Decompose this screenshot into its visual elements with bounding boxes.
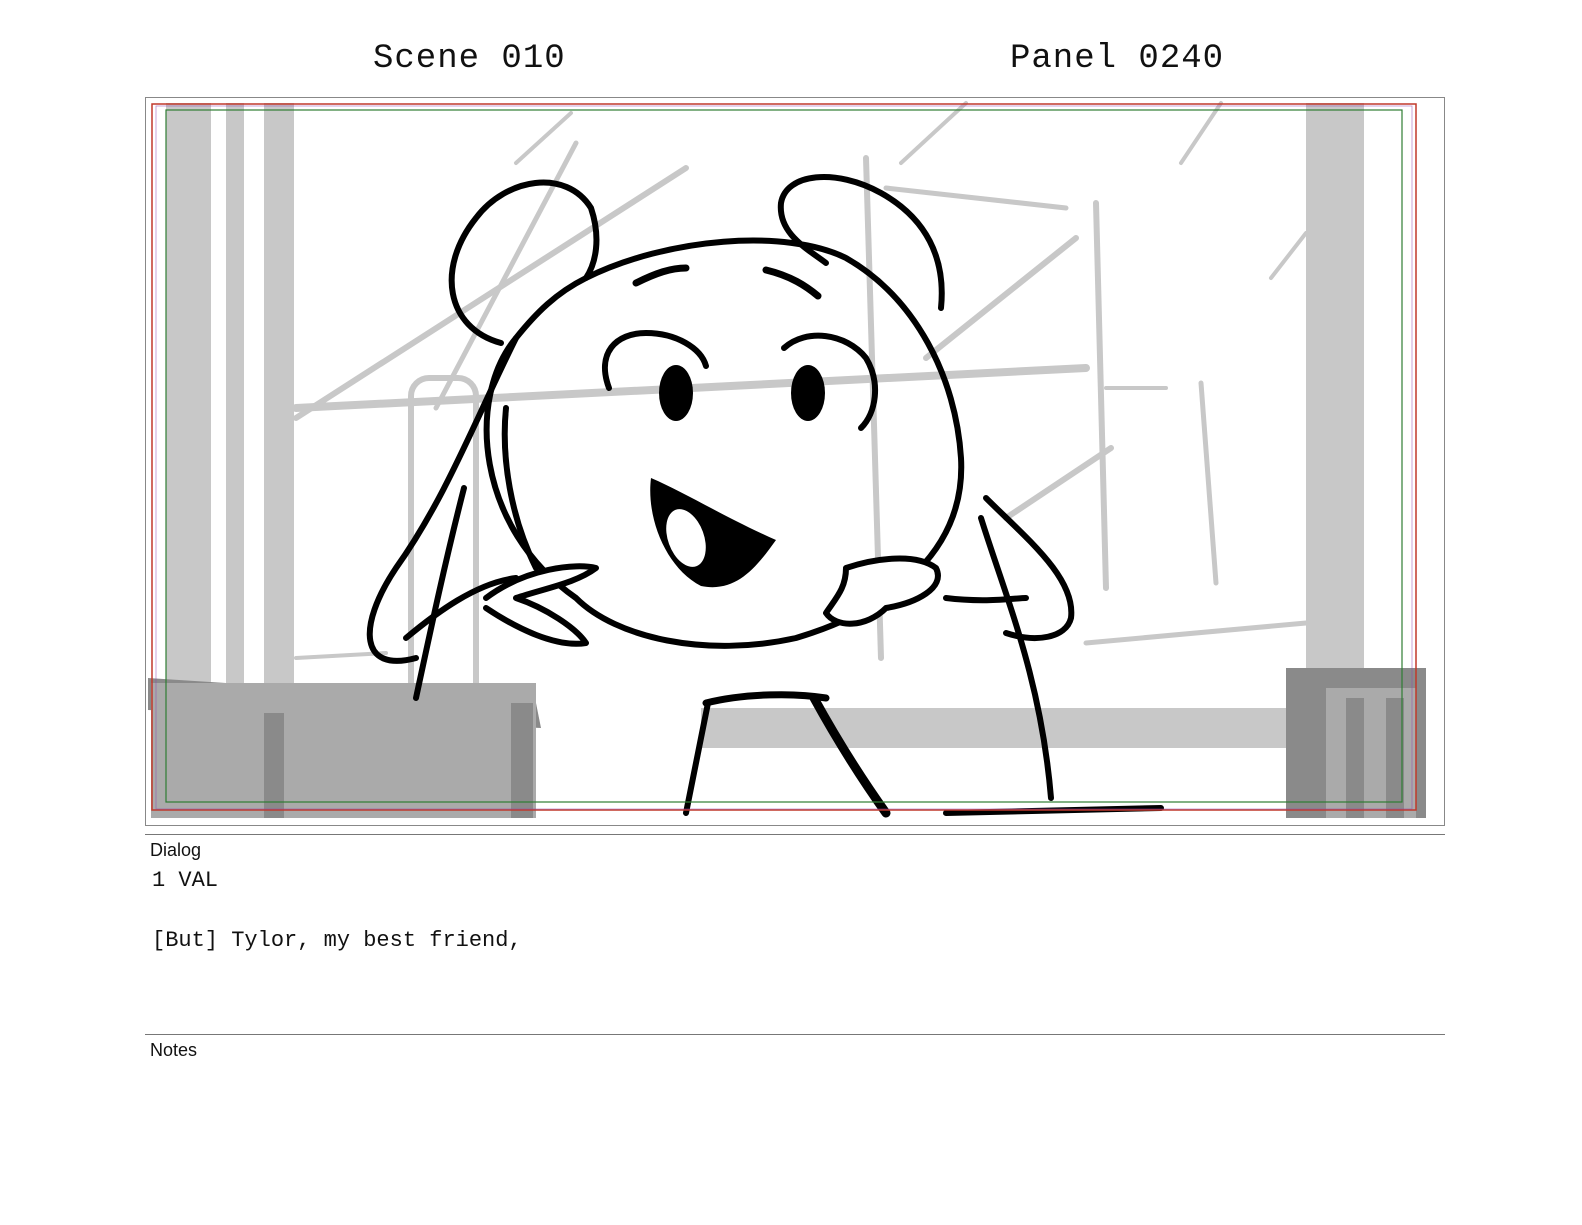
panel-number: Panel 0240: [1010, 40, 1225, 78]
dialog-divider: [145, 834, 1445, 835]
storyboard-drawing: [148, 101, 1426, 818]
dialog-character: 1 VAL: [152, 868, 219, 893]
panel-frame: [145, 97, 1445, 826]
notes-label: Notes: [150, 1040, 198, 1060]
scene-number: Scene 010: [373, 40, 566, 78]
dialog-label: Dialog: [150, 840, 202, 860]
notes-divider: [145, 1034, 1445, 1035]
dialog-line: [But] Tylor, my best friend,: [152, 928, 522, 953]
